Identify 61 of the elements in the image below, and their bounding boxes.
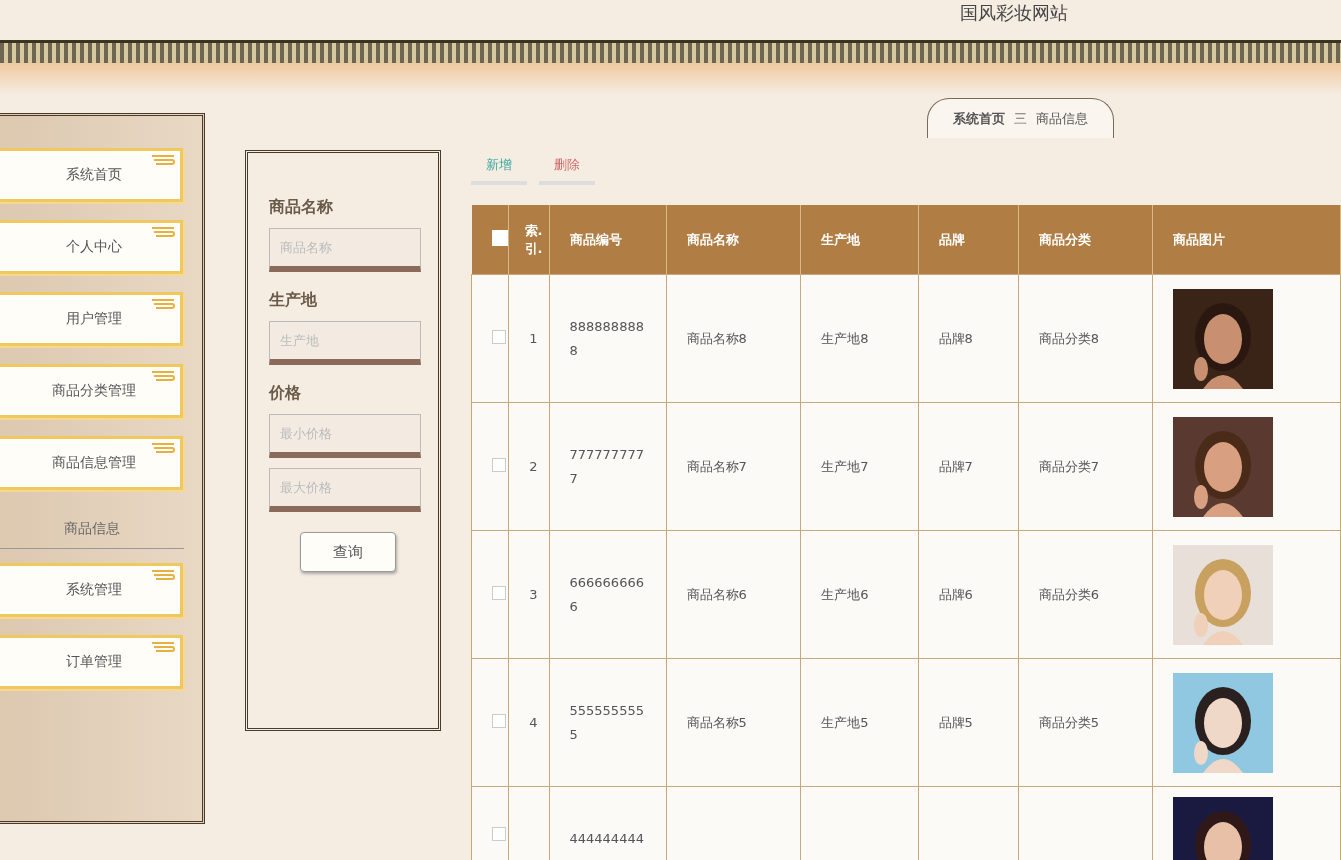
table-cell: 3 bbox=[508, 530, 549, 659]
scroll-ornament-icon bbox=[150, 298, 176, 310]
scroll-ornament-icon bbox=[150, 370, 176, 382]
scroll-ornament-icon bbox=[150, 569, 176, 581]
table-cell: 品牌7 bbox=[918, 402, 1019, 531]
table-cell: 商品分类7 bbox=[1018, 402, 1153, 531]
sidebar-item[interactable]: 订单管理 bbox=[0, 635, 183, 689]
row-checkbox[interactable] bbox=[492, 458, 506, 472]
scroll-ornament-icon bbox=[150, 154, 176, 166]
table-cell: 6666666666 bbox=[549, 530, 666, 659]
row-checkbox[interactable] bbox=[492, 714, 506, 728]
table-cell: 商品名称7 bbox=[666, 402, 801, 531]
table-cell: 商品名称8 bbox=[666, 274, 801, 403]
select-all-checkbox[interactable] bbox=[491, 230, 508, 246]
table-cell: 生产地6 bbox=[800, 530, 919, 659]
site-title: 国风彩妆网站 bbox=[960, 2, 1068, 24]
sidebar-heading: 商品信息 bbox=[0, 510, 184, 549]
scroll-ornament-icon bbox=[150, 226, 176, 238]
table-header-cell: 商品编号 bbox=[549, 205, 666, 275]
table-cell: 5555555555 bbox=[549, 658, 666, 787]
table-header-cell: 索.引. bbox=[508, 205, 549, 275]
sidebar-item[interactable]: 用户管理 bbox=[0, 292, 183, 346]
table-header-cell: 商品名称 bbox=[666, 205, 801, 275]
table-cell: 品牌8 bbox=[918, 274, 1019, 403]
search-button[interactable]: 查询 bbox=[299, 532, 396, 572]
table-cell: 商品名称6 bbox=[666, 530, 801, 659]
field-label: 生产地 bbox=[268, 290, 318, 311]
sidebar-item[interactable]: 系统首页 bbox=[0, 148, 183, 202]
sidebar-item[interactable]: 商品信息管理 bbox=[0, 436, 183, 490]
field-label: 商品名称 bbox=[268, 197, 334, 218]
breadcrumb-current: 商品信息 bbox=[1036, 109, 1088, 128]
table-cell: 生产地8 bbox=[800, 274, 919, 403]
table-cell: 444444444 bbox=[549, 786, 666, 860]
table-cell: 商品名称5 bbox=[666, 658, 801, 787]
breadcrumb-link[interactable]: 系统首页 bbox=[953, 109, 1005, 128]
table-cell: 4 bbox=[508, 658, 549, 787]
row-checkbox[interactable] bbox=[492, 330, 506, 344]
table-cell: 商品分类6 bbox=[1018, 530, 1153, 659]
table-cell: 品牌5 bbox=[918, 658, 1019, 787]
sidebar-item[interactable]: 个人中心 bbox=[0, 220, 183, 274]
scroll-ornament-icon bbox=[150, 442, 176, 454]
row-checkbox[interactable] bbox=[492, 827, 506, 841]
table-header-cell: 商品分类 bbox=[1018, 205, 1153, 275]
sidebar-item[interactable]: 系统管理 bbox=[0, 563, 183, 617]
table-cell: 商品分类5 bbox=[1018, 658, 1153, 787]
table-cell: 8888888888 bbox=[549, 274, 666, 403]
table-cell: 7777777777 bbox=[549, 402, 666, 531]
table-header-cell: 生产地 bbox=[800, 205, 919, 275]
scroll-ornament-icon bbox=[150, 641, 176, 653]
table-cell: 1 bbox=[508, 274, 549, 403]
table-header-cell: 品牌 bbox=[918, 205, 1019, 275]
table-cell: 2 bbox=[508, 402, 549, 531]
sidebar-item[interactable]: 商品分类管理 bbox=[0, 364, 183, 418]
table-cell: 生产地7 bbox=[800, 402, 919, 531]
field-label: 价格 bbox=[268, 383, 302, 404]
table-cell: 商品分类8 bbox=[1018, 274, 1153, 403]
table-cell: 品牌6 bbox=[918, 530, 1019, 659]
row-checkbox[interactable] bbox=[492, 586, 506, 600]
table-header-cell: 商品图片 bbox=[1152, 205, 1341, 275]
table-cell: 生产地5 bbox=[800, 658, 919, 787]
breadcrumb-separator: 三 bbox=[1014, 109, 1027, 128]
